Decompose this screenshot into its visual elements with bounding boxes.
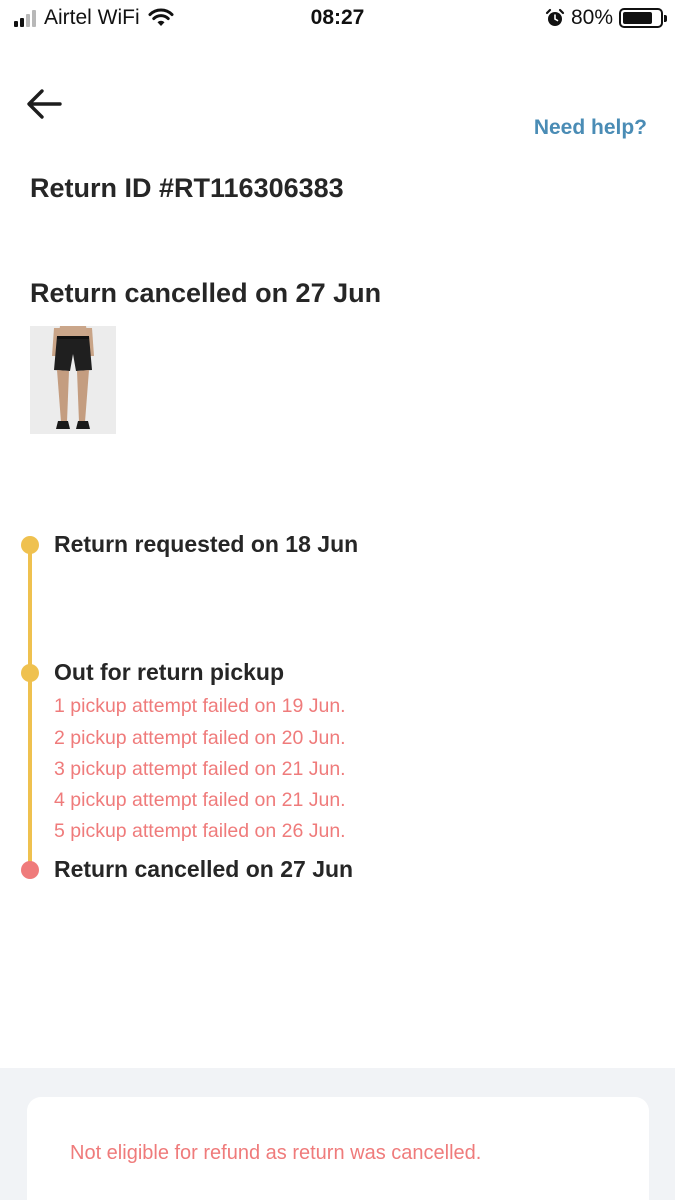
pickup-attempt-note: 1 pickup attempt failed on 19 Jun.: [54, 695, 346, 717]
pickup-attempt-note: 4 pickup attempt failed on 21 Jun.: [54, 789, 346, 811]
status-bar: Airtel WiFi 08:27 80%: [0, 0, 675, 38]
black-shorts-product-photo: [30, 326, 116, 434]
pickup-attempt-note: 3 pickup attempt failed on 21 Jun.: [54, 758, 346, 780]
battery-percent: 80%: [570, 6, 613, 29]
timeline-step-requested: Return requested on 18 Jun: [54, 531, 359, 557]
refund-card: Not eligible for refund as return was ca…: [27, 1097, 649, 1200]
return-id-heading: Return ID #RT116306383: [30, 173, 344, 203]
timeline-track: [28, 545, 32, 870]
battery-level-fill: [623, 12, 652, 24]
need-help-link[interactable]: Need help?: [534, 116, 647, 140]
status-right-group: 80%: [545, 6, 667, 30]
timeline-dot-cancelled: [21, 861, 39, 879]
timeline-dot-pickup: [21, 664, 39, 682]
return-status-title: Return cancelled on 27 Jun: [30, 278, 382, 308]
back-button[interactable]: [24, 84, 68, 124]
alarm-icon: [545, 8, 565, 26]
timeline-step-pickup: Out for return pickup: [54, 659, 284, 685]
pickup-attempt-note: 2 pickup attempt failed on 20 Jun.: [54, 727, 346, 749]
refund-ineligible-message: Not eligible for refund as return was ca…: [70, 1142, 482, 1164]
timeline-dot-requested: [21, 536, 39, 554]
arrow-left-icon: [27, 89, 62, 119]
pickup-attempt-note: 5 pickup attempt failed on 26 Jun.: [54, 820, 346, 842]
battery-icon: [619, 8, 667, 28]
timeline-step-cancelled: Return cancelled on 27 Jun: [54, 856, 354, 882]
product-image[interactable]: [30, 326, 116, 434]
